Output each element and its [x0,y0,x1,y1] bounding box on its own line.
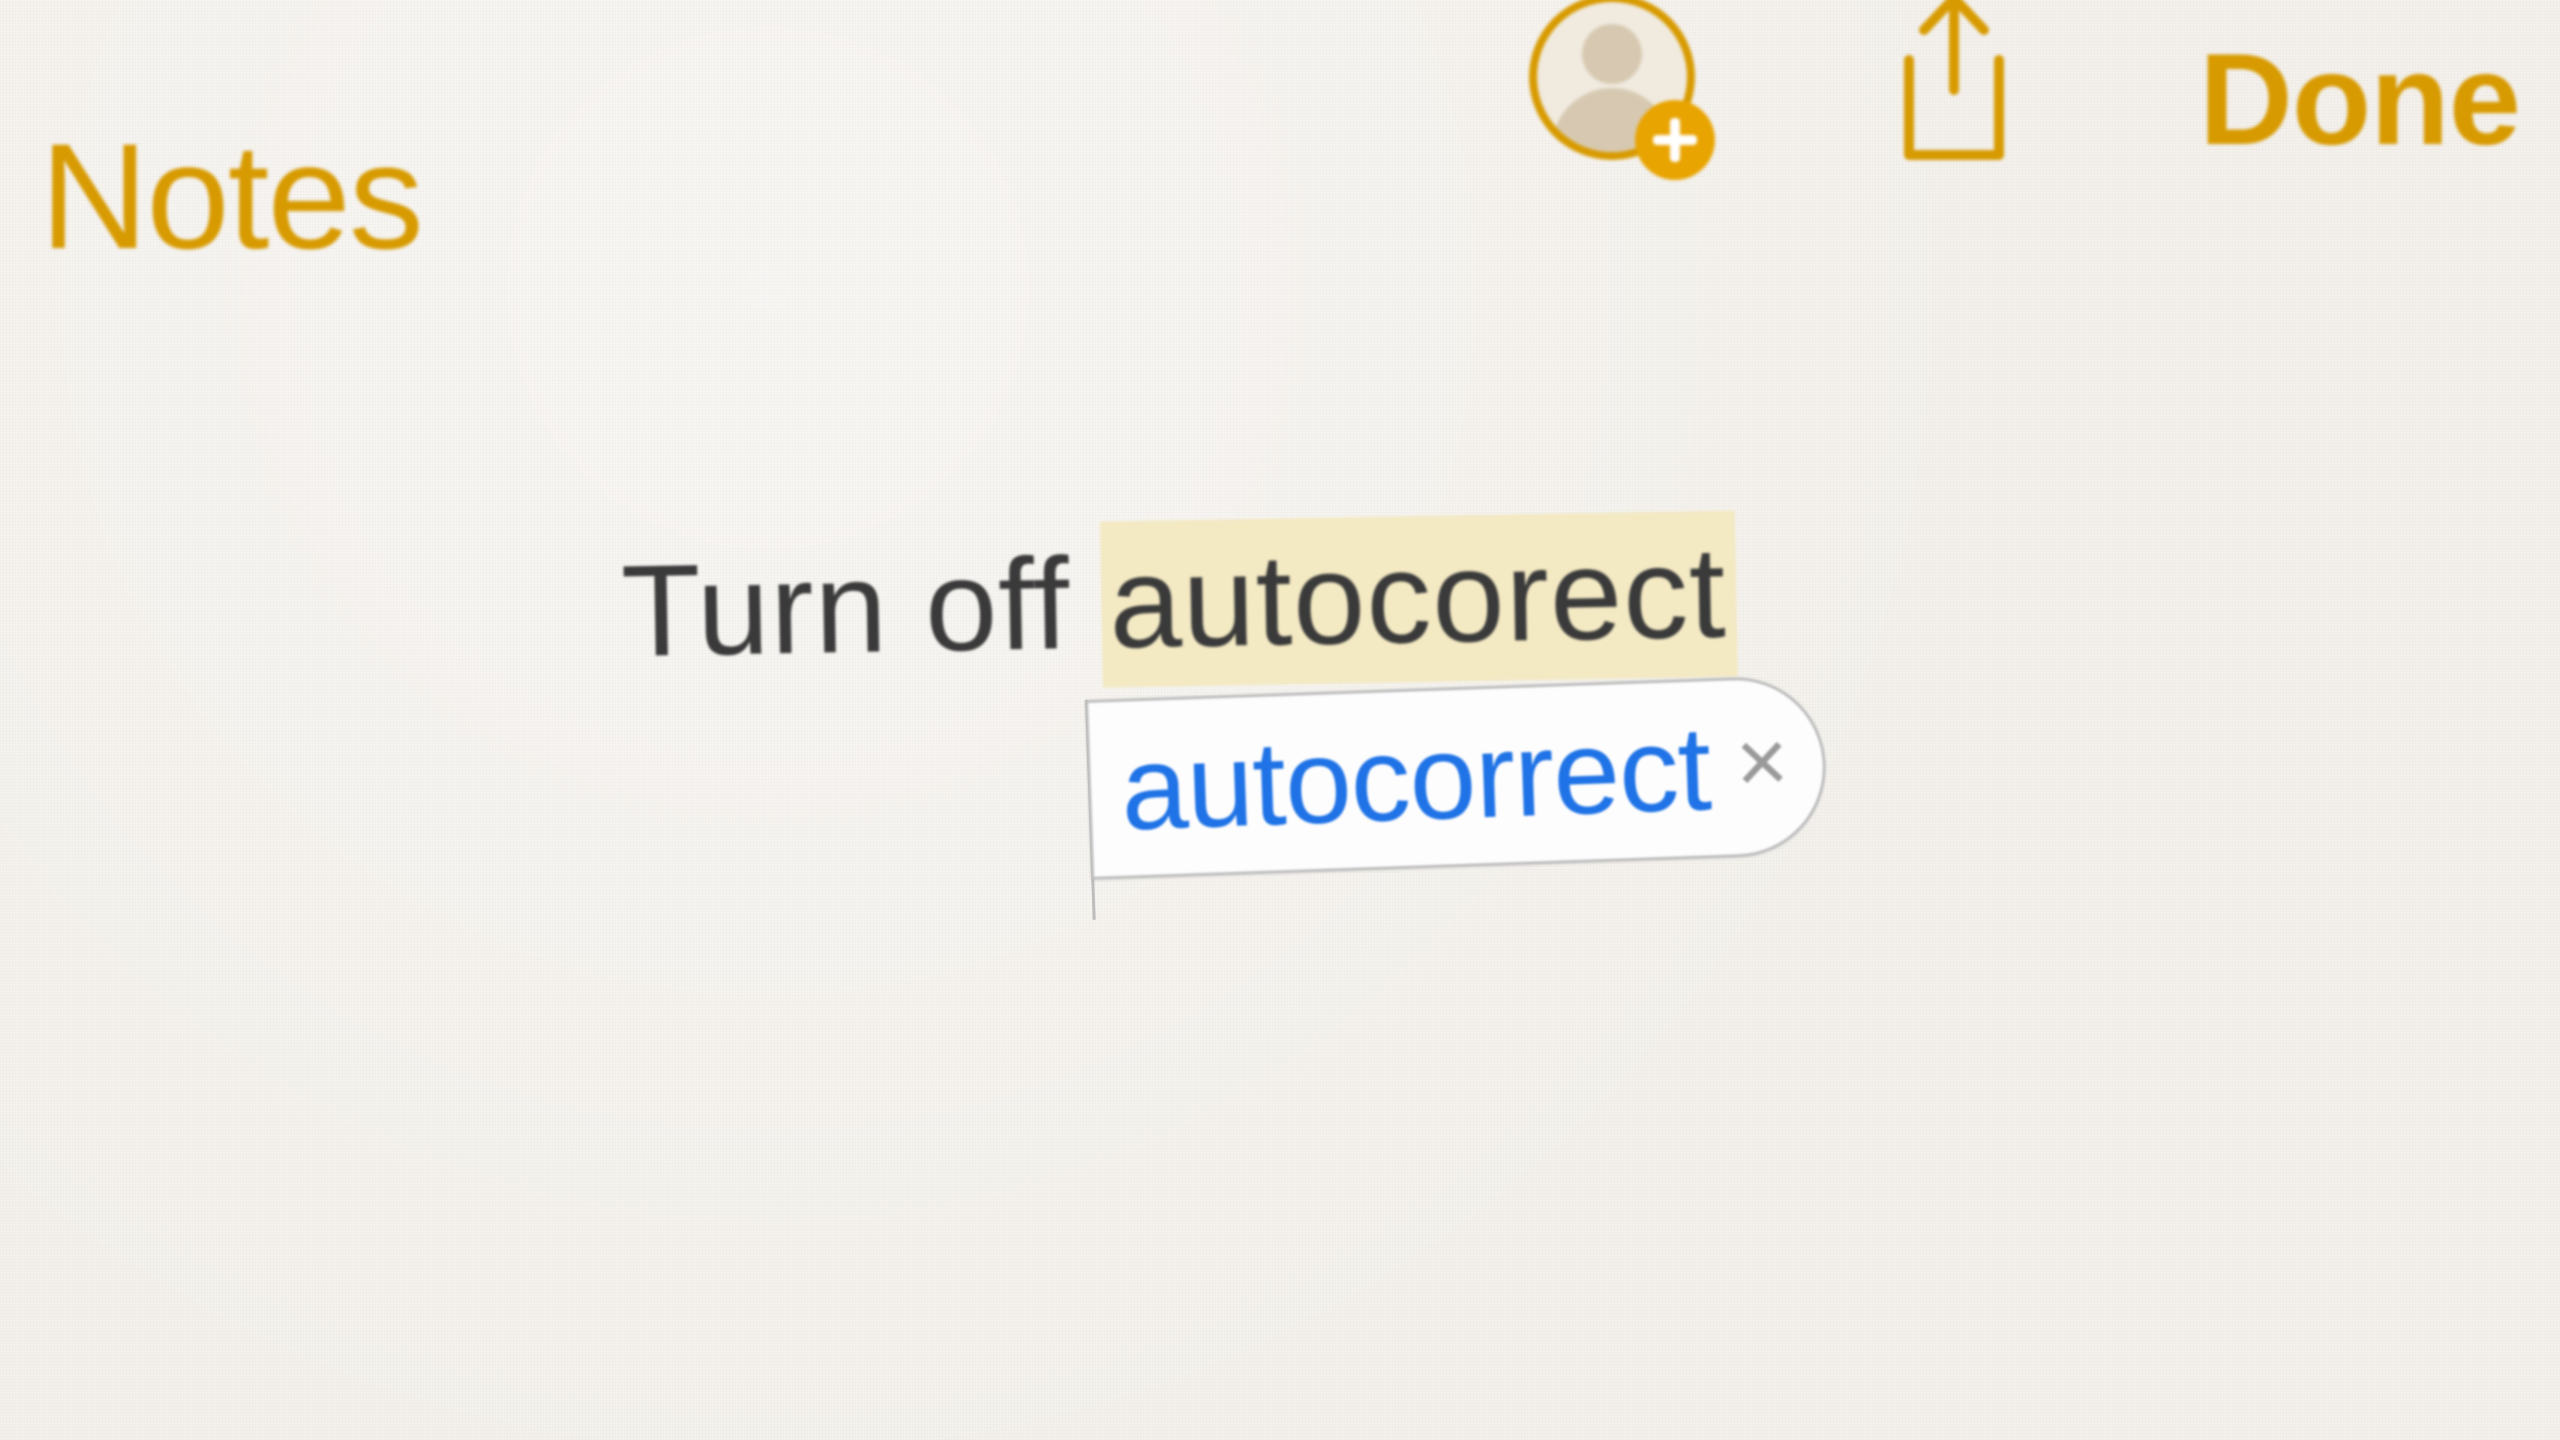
add-collaborator-button[interactable] [1529,0,1709,174]
back-button[interactable]: Notes [40,110,422,283]
note-text-line[interactable]: Turn off autocorect [620,511,1738,696]
toolbar: Notes Done [0,0,2560,260]
note-text-prefix: Turn off [620,530,1108,684]
misspelled-word-highlight[interactable]: autocorect [1100,511,1738,688]
dismiss-suggestion-button[interactable]: × [1734,717,1790,817]
done-button[interactable]: Done [2199,24,2520,174]
toolbar-right-group: Done [1529,0,2520,175]
share-button[interactable] [1879,0,2029,175]
autocorrect-suggestion-text[interactable]: autocorrect [1119,699,1713,857]
plus-badge-icon [1635,100,1715,180]
share-icon [1879,0,2029,170]
autocorrect-suggestion-bubble[interactable]: autocorrect × [1085,674,1829,880]
